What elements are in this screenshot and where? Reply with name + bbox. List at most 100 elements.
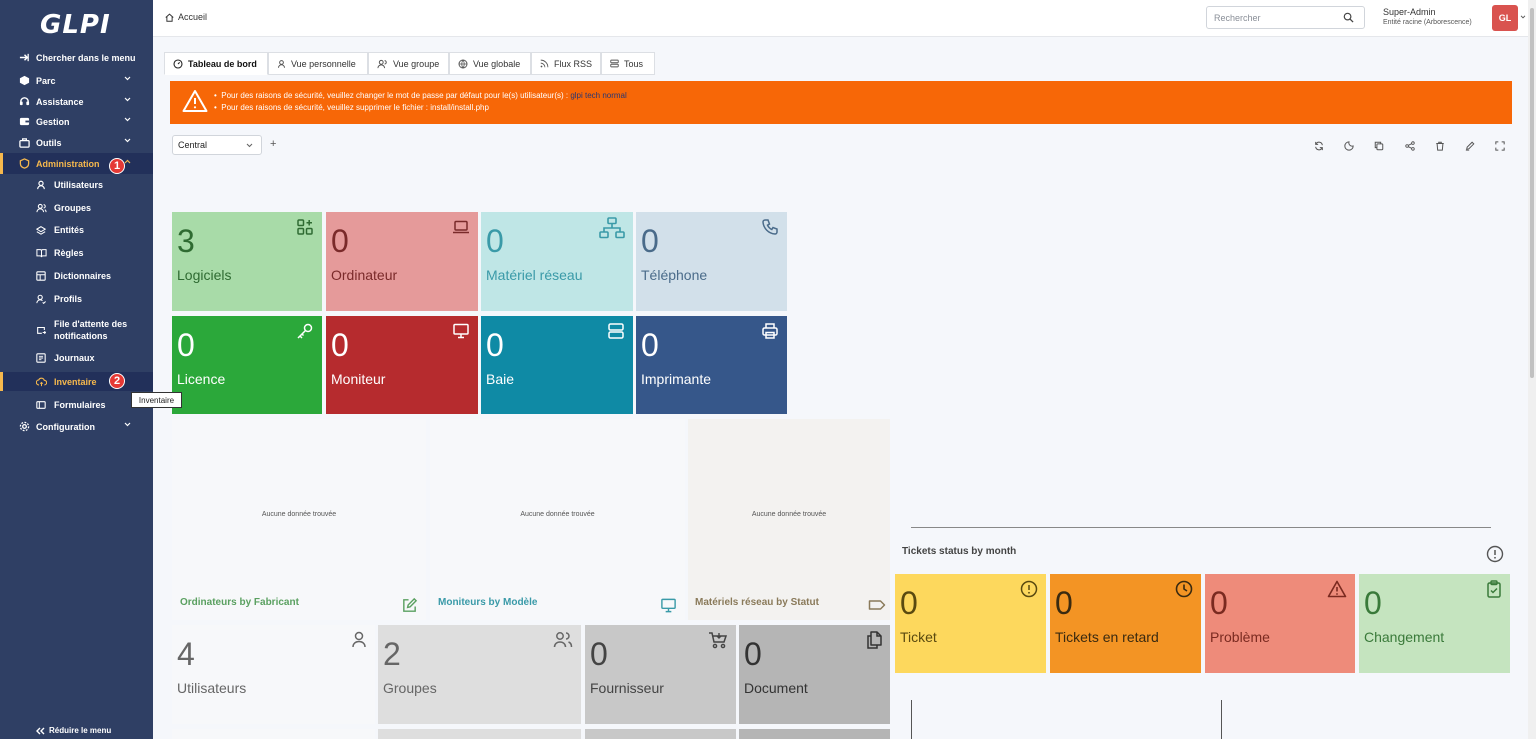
trash-icon[interactable] bbox=[1433, 139, 1447, 153]
chart-materiels-reseau-by-statut[interactable]: Aucune donnée trouvée Matériels réseau b… bbox=[688, 419, 890, 620]
chart-axis-line bbox=[1221, 700, 1222, 739]
user-icon bbox=[351, 631, 367, 649]
edit-icon[interactable] bbox=[1463, 139, 1477, 153]
card-label: Moniteur bbox=[331, 371, 386, 387]
sidebar-sub-utilisateurs[interactable]: Utilisateurs bbox=[0, 176, 153, 194]
sidebar-item-label: Administration bbox=[36, 158, 100, 169]
tab-flux-rss[interactable]: Flux RSS bbox=[531, 52, 601, 75]
sidebar-item-administration[interactable]: Administration bbox=[0, 153, 153, 174]
card-changement[interactable]: 0 Changement bbox=[1359, 574, 1510, 673]
rss-icon bbox=[540, 59, 549, 68]
sidebar-item-label: Parc bbox=[36, 75, 56, 86]
card-count: 0 bbox=[486, 223, 504, 259]
user-icon bbox=[35, 179, 47, 191]
card-tickets-en-retard[interactable]: 0 Tickets en retard bbox=[1050, 574, 1201, 673]
globe-icon bbox=[458, 58, 468, 69]
card-label: Logiciels bbox=[177, 267, 232, 283]
copy-icon[interactable] bbox=[1372, 139, 1386, 153]
card-label: Groupes bbox=[383, 680, 437, 696]
glpi-logo[interactable]: GLPI bbox=[40, 10, 111, 40]
alert-triangle-icon bbox=[182, 89, 208, 113]
card-partial bbox=[585, 729, 736, 739]
card-materiel-reseau[interactable]: 0 Matériel réseau bbox=[481, 212, 633, 311]
sidebar-sub-inventaire[interactable]: Inventaire bbox=[0, 372, 153, 391]
avatar[interactable]: GL bbox=[1492, 5, 1518, 31]
chart-ordinateurs-by-fabricant[interactable]: Aucune donnée trouvée Ordinateurs by Fab… bbox=[172, 419, 426, 620]
search-icon[interactable] bbox=[1343, 12, 1354, 23]
alert-circle-icon bbox=[1020, 580, 1038, 598]
card-label: Utilisateurs bbox=[177, 680, 247, 696]
card-probleme[interactable]: 0 Problème bbox=[1205, 574, 1355, 673]
sidebar-item-search-menu[interactable]: Chercher dans le menu bbox=[0, 47, 153, 68]
sidebar-item-parc[interactable]: Parc bbox=[0, 70, 153, 91]
sidebar-sub-regles[interactable]: Règles bbox=[0, 244, 153, 262]
card-baie[interactable]: 0 Baie bbox=[481, 316, 633, 414]
monitor-icon bbox=[660, 597, 677, 614]
tab-vue-groupe[interactable]: Vue groupe bbox=[368, 52, 449, 75]
card-count: 0 bbox=[331, 327, 349, 363]
sidebar-sub-journaux[interactable]: Journaux bbox=[0, 349, 153, 367]
tab-vue-globale[interactable]: Vue globale bbox=[449, 52, 531, 75]
step-badge: 1 bbox=[109, 158, 125, 174]
sidebar-sub-label: Utilisateurs bbox=[54, 180, 104, 190]
card-label: Fournisseur bbox=[590, 680, 664, 696]
tab-label: Tous bbox=[624, 58, 644, 69]
layers-icon bbox=[35, 224, 47, 236]
collapse-menu-button[interactable]: Réduire le menu bbox=[36, 726, 111, 735]
sidebar-item-configuration[interactable]: Configuration bbox=[0, 416, 153, 437]
card-count: 0 bbox=[177, 327, 195, 363]
card-ticket[interactable]: 0 Ticket bbox=[895, 574, 1046, 673]
sidebar-item-assistance[interactable]: Assistance bbox=[0, 91, 153, 112]
laptop-icon bbox=[452, 218, 470, 236]
sidebar-sub-entites[interactable]: Entités bbox=[0, 221, 153, 239]
sidebar-item-outils[interactable]: Outils bbox=[0, 132, 153, 153]
breadcrumb[interactable]: Accueil bbox=[165, 12, 207, 22]
search-input[interactable] bbox=[1206, 6, 1365, 29]
alert-circle-icon bbox=[1486, 545, 1504, 563]
no-data-text: Aucune donnée trouvée bbox=[520, 511, 595, 518]
card-label: Matériel réseau bbox=[486, 267, 583, 283]
tab-vue-personnelle[interactable]: Vue personnelle bbox=[268, 52, 368, 75]
sidebar-sub-notifications-queue[interactable]: File d'attente des notifications bbox=[0, 316, 153, 344]
chevron-down-icon bbox=[124, 76, 131, 81]
card-moniteur[interactable]: 0 Moniteur bbox=[326, 316, 478, 414]
dashboard-select[interactable]: Central bbox=[172, 135, 262, 155]
card-logiciels[interactable]: 3 Logiciels bbox=[172, 212, 322, 311]
card-fournisseur[interactable]: 0 Fournisseur bbox=[585, 625, 736, 724]
card-partial bbox=[378, 729, 581, 739]
card-telephone[interactable]: 0 Téléphone bbox=[636, 212, 787, 311]
card-document[interactable]: 0 Document bbox=[739, 625, 890, 724]
card-label: Imprimante bbox=[641, 371, 712, 387]
share-icon[interactable] bbox=[1403, 139, 1417, 153]
scrollbar-thumb[interactable] bbox=[1530, 8, 1534, 378]
alert-users-link[interactable]: glpi tech normal bbox=[570, 91, 626, 100]
tab-tous[interactable]: Tous bbox=[601, 52, 655, 75]
sidebar-sub-label: File d'attente des notifications bbox=[54, 319, 128, 341]
chevron-down-icon[interactable] bbox=[1520, 15, 1526, 19]
sidebar-item-label: Outils bbox=[36, 137, 62, 148]
card-groupes[interactable]: 2 Groupes bbox=[378, 625, 581, 724]
chart-moniteurs-by-modele[interactable]: Aucune donnée trouvée Moniteurs by Modèl… bbox=[430, 419, 685, 620]
card-imprimante[interactable]: 0 Imprimante bbox=[636, 316, 787, 414]
monitor-icon bbox=[452, 322, 470, 340]
briefcase-icon bbox=[18, 137, 30, 149]
card-utilisateurs[interactable]: 4 Utilisateurs bbox=[172, 625, 375, 724]
card-count: 0 bbox=[1055, 585, 1073, 621]
sidebar-item-gestion[interactable]: Gestion bbox=[0, 111, 153, 132]
sidebar-sub-dictionnaires[interactable]: Dictionnaires bbox=[0, 267, 153, 285]
card-label: Licence bbox=[177, 371, 226, 387]
sidebar-sub-groupes[interactable]: Groupes bbox=[0, 199, 153, 217]
moon-icon[interactable] bbox=[1342, 139, 1356, 153]
chevron-up-icon bbox=[124, 159, 131, 164]
user-entity[interactable]: Entité racine (Arborescence) bbox=[1383, 19, 1472, 26]
add-dashboard-button[interactable]: + bbox=[270, 138, 276, 150]
sidebar-sub-profils[interactable]: Profils bbox=[0, 290, 153, 308]
fullscreen-icon[interactable] bbox=[1493, 139, 1507, 153]
user-name[interactable]: Super-Admin bbox=[1383, 7, 1436, 17]
chevron-down-icon bbox=[124, 97, 131, 102]
tab-tableau-de-bord[interactable]: Tableau de bord bbox=[164, 52, 268, 75]
card-licence[interactable]: 0 Licence bbox=[172, 316, 322, 414]
card-ordinateur[interactable]: 0 Ordinateur bbox=[326, 212, 478, 311]
refresh-icon[interactable] bbox=[1312, 139, 1326, 153]
card-count: 0 bbox=[1210, 585, 1228, 621]
